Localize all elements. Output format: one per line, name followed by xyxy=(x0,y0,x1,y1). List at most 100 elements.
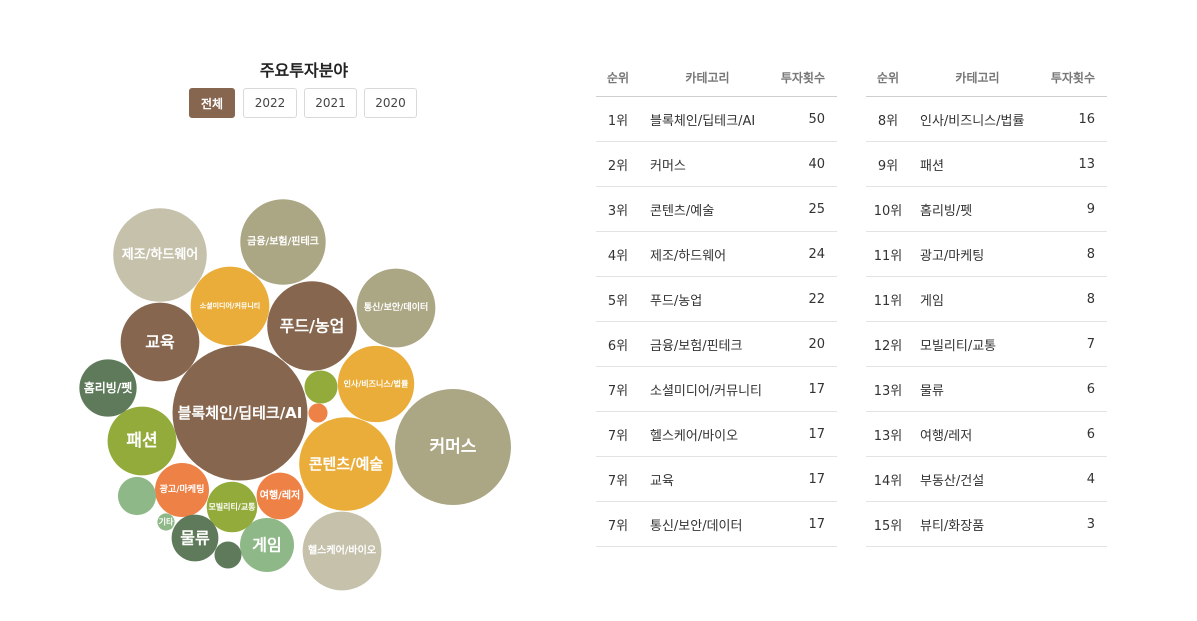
bubble-label: 제조/하드웨어 xyxy=(122,247,199,263)
bubble-circle[interactable] xyxy=(308,403,328,423)
category-cell: 광고/마케팅 xyxy=(910,231,1045,277)
bubble-circle[interactable] xyxy=(117,476,157,516)
rank-cell: 1위 xyxy=(596,96,640,142)
bubble[interactable]: 기타 xyxy=(157,513,175,531)
table-row: 6위 금융/보험/핀테크 20 xyxy=(596,321,837,367)
table-row: 7위 교육 17 xyxy=(596,456,837,502)
category-cell: 커머스 xyxy=(640,141,775,187)
table-row: 11위 광고/마케팅 8 xyxy=(866,231,1107,277)
rank-cell: 11위 xyxy=(866,231,910,277)
rank-cell: 3위 xyxy=(596,186,640,232)
bubble-label: 헬스케어/바이오 xyxy=(308,544,376,557)
count-cell: 16 xyxy=(1045,96,1107,142)
category-cell: 콘텐츠/예술 xyxy=(640,186,775,232)
bubble-label: 패션 xyxy=(126,431,157,451)
bubble-label: 게임 xyxy=(252,536,281,555)
bubble-label: 물류 xyxy=(180,529,210,548)
count-cell: 17 xyxy=(775,501,837,547)
count-cell: 50 xyxy=(775,96,837,142)
bubble-label: 블록체인/딥테크/AI xyxy=(178,404,303,422)
count-cell: 9 xyxy=(1045,186,1107,232)
count-cell: 6 xyxy=(1045,411,1107,457)
table-row: 15위 뷰티/화장품 3 xyxy=(866,501,1107,547)
category-cell: 뷰티/화장품 xyxy=(910,501,1045,547)
bubble-label: 인사/비즈니스/법률 xyxy=(344,379,409,389)
category-cell: 헬스케어/바이오 xyxy=(640,411,775,457)
bubble-circle[interactable] xyxy=(304,370,338,404)
table-row: 13위 여행/레저 6 xyxy=(866,411,1107,457)
rank-cell: 4위 xyxy=(596,231,640,277)
table-row: 4위 제조/하드웨어 24 xyxy=(596,231,837,277)
category-cell: 제조/하드웨어 xyxy=(640,231,775,277)
bubble[interactable]: 홈리빙/펫 xyxy=(79,359,137,417)
bubble[interactable]: 물류 xyxy=(171,514,219,562)
bubble-label: 푸드/농업 xyxy=(280,317,345,336)
bubble[interactable] xyxy=(117,476,157,516)
bubble-label: 콘텐츠/예술 xyxy=(309,455,384,473)
header-count: 투자횟수 xyxy=(775,58,837,97)
rank-cell: 7위 xyxy=(596,411,640,457)
count-cell: 13 xyxy=(1045,141,1107,187)
bubble[interactable]: 금융/보험/핀테크 xyxy=(240,199,326,285)
count-cell: 7 xyxy=(1045,321,1107,367)
bubble[interactable]: 광고/마케팅 xyxy=(155,463,209,517)
rank-cell: 7위 xyxy=(596,456,640,502)
ranking-table-right: 순위 카테고리 투자횟수 8위 인사/비즈니스/법률 16 9위 패션 13 10위 홈리빙/… xyxy=(866,58,1107,547)
bubble[interactable]: 모빌리티/교통 xyxy=(206,481,258,533)
rank-cell: 12위 xyxy=(866,321,910,367)
rank-cell: 9위 xyxy=(866,141,910,187)
category-cell: 소셜미디어/커뮤니티 xyxy=(640,366,775,412)
bubble[interactable]: 여행/레저 xyxy=(256,472,304,520)
ranking-table-left: 순위 카테고리 투자횟수 1위 블록체인/딥테크/AI 50 2위 커머스 40 3위 콘텐츠… xyxy=(596,58,837,547)
bubble[interactable]: 헬스케어/바이오 xyxy=(302,511,382,591)
bubble[interactable]: 커머스 xyxy=(395,389,511,505)
table-row: 7위 헬스케어/바이오 17 xyxy=(596,411,837,457)
bubble-label: 금융/보험/핀테크 xyxy=(247,235,319,248)
category-cell: 블록체인/딥테크/AI xyxy=(640,96,775,142)
bubble-label: 통신/보안/데이터 xyxy=(364,301,429,313)
bubble[interactable]: 푸드/농업 xyxy=(267,281,357,371)
table-row: 8위 인사/비즈니스/법률 16 xyxy=(866,96,1107,142)
count-cell: 8 xyxy=(1045,231,1107,277)
count-cell: 4 xyxy=(1045,456,1107,502)
category-cell: 인사/비즈니스/법률 xyxy=(910,96,1045,142)
table-row: 2위 커머스 40 xyxy=(596,141,837,187)
bubble[interactable] xyxy=(304,370,338,404)
bubble-label: 홈리빙/펫 xyxy=(84,380,133,395)
table-row: 13위 물류 6 xyxy=(866,366,1107,412)
category-cell: 부동산/건설 xyxy=(910,456,1045,502)
category-cell: 여행/레저 xyxy=(910,411,1045,457)
count-cell: 22 xyxy=(775,276,837,322)
bubble-circle[interactable] xyxy=(214,541,242,569)
rank-cell: 6위 xyxy=(596,321,640,367)
bubble[interactable]: 인사/비즈니스/법률 xyxy=(337,345,415,423)
table-row: 10위 홈리빙/펫 9 xyxy=(866,186,1107,232)
rank-cell: 13위 xyxy=(866,366,910,412)
table-row: 14위 부동산/건설 4 xyxy=(866,456,1107,502)
bubble[interactable]: 패션 xyxy=(107,406,177,476)
rank-cell: 7위 xyxy=(596,501,640,547)
count-cell: 25 xyxy=(775,186,837,232)
rank-cell: 11위 xyxy=(866,276,910,322)
bubble[interactable]: 콘텐츠/예술 xyxy=(299,417,393,511)
header-rank: 순위 xyxy=(596,58,640,97)
bubble[interactable]: 통신/보안/데이터 xyxy=(356,268,436,348)
category-cell: 물류 xyxy=(910,366,1045,412)
table-row: 9위 패션 13 xyxy=(866,141,1107,187)
bubble[interactable]: 교육 xyxy=(120,302,200,382)
category-cell: 교육 xyxy=(640,456,775,502)
header-category: 카테고리 xyxy=(640,58,775,97)
bubble-label: 교육 xyxy=(145,333,175,352)
bubble-label: 기타 xyxy=(159,517,174,527)
table-row: 11위 게임 8 xyxy=(866,276,1107,322)
bubble[interactable] xyxy=(308,403,328,423)
category-cell: 푸드/농업 xyxy=(640,276,775,322)
category-cell: 통신/보안/데이터 xyxy=(640,501,775,547)
bubble[interactable]: 블록체인/딥테크/AI xyxy=(172,345,308,481)
table-row: 12위 모빌리티/교통 7 xyxy=(866,321,1107,367)
bubble-label: 광고/마케팅 xyxy=(160,483,205,495)
bubble[interactable] xyxy=(214,541,242,569)
bubble[interactable]: 제조/하드웨어 xyxy=(113,208,207,302)
bubble[interactable]: 소셜미디어/커뮤니티 xyxy=(190,266,270,346)
category-cell: 모빌리티/교통 xyxy=(910,321,1045,367)
